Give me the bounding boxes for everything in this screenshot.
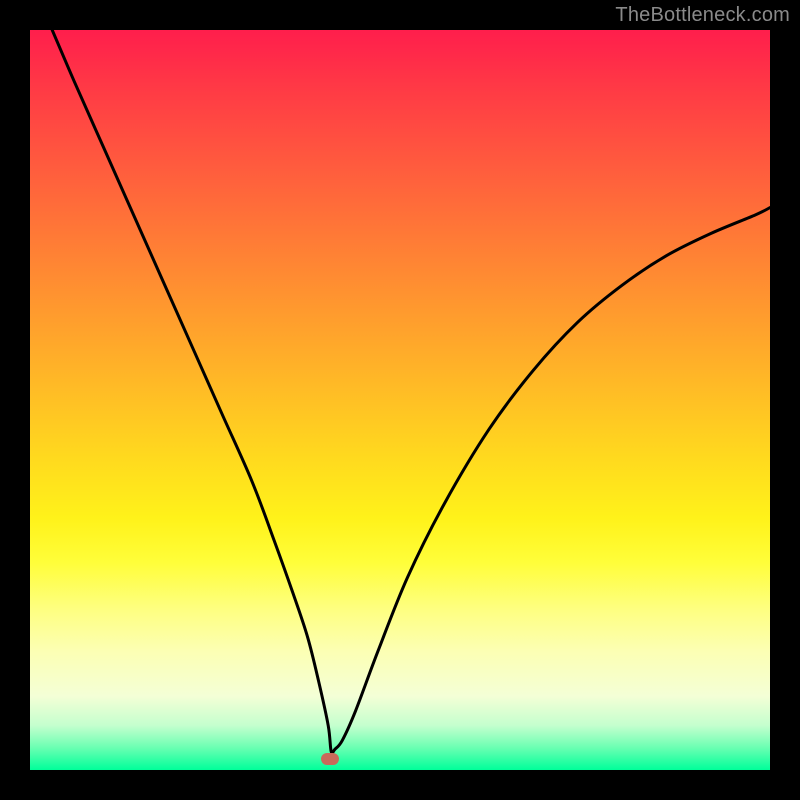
optimal-point-marker	[321, 753, 339, 765]
plot-area	[30, 30, 770, 770]
curve-svg	[30, 30, 770, 770]
watermark-text: TheBottleneck.com	[615, 4, 790, 27]
chart-frame: TheBottleneck.com	[0, 0, 800, 800]
bottleneck-curve-path	[52, 30, 770, 753]
